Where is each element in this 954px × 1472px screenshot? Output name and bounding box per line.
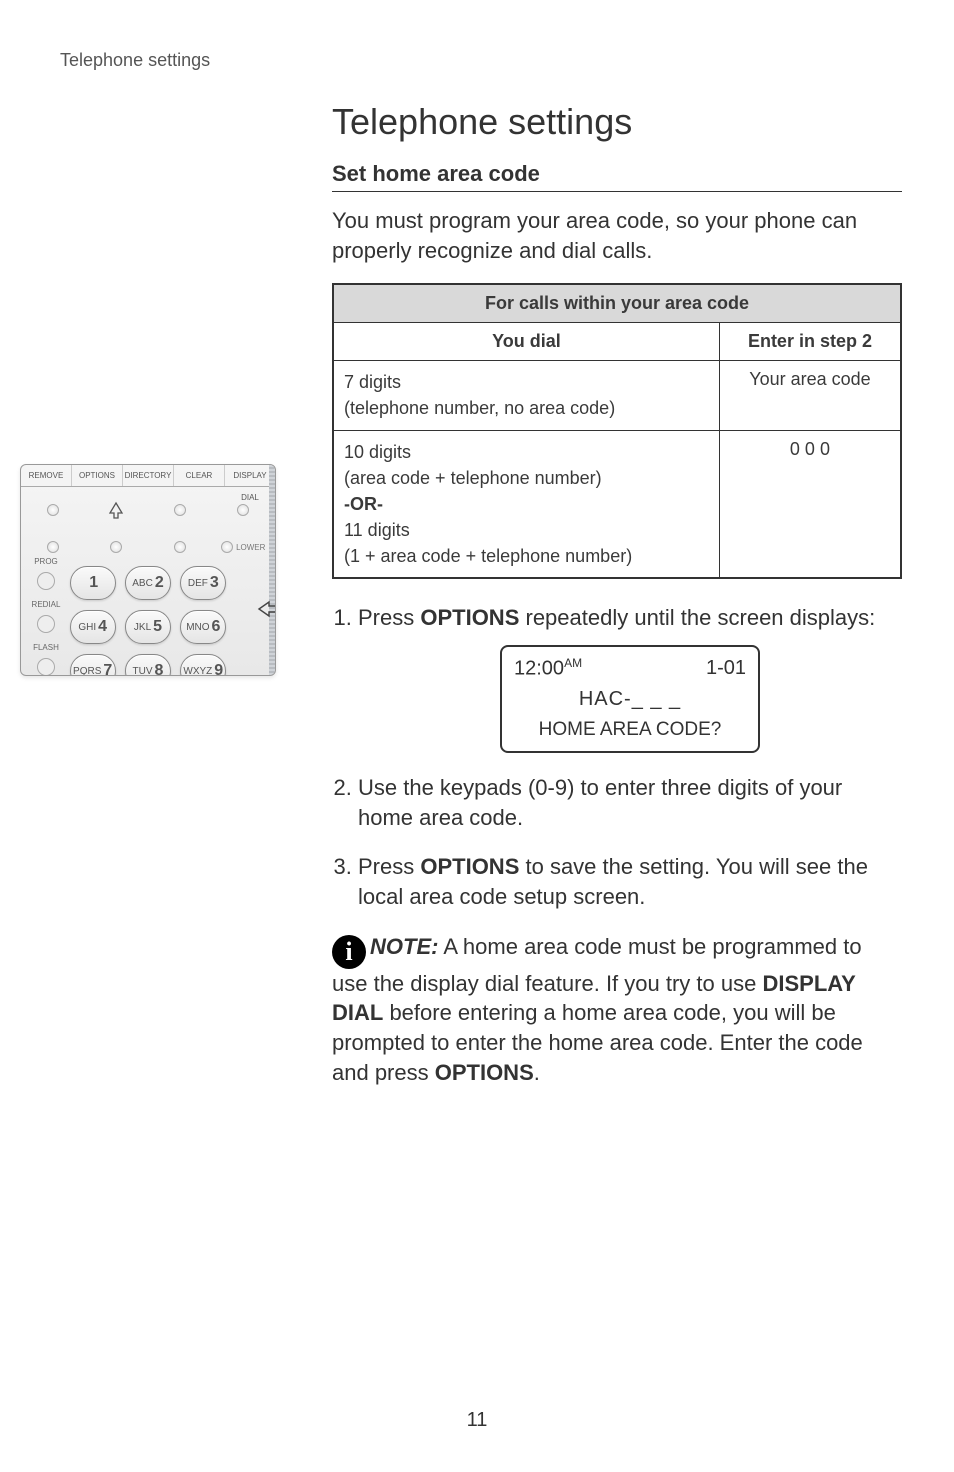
content-column: Telephone settings Set home area code Yo… [332,101,902,1088]
section-heading: Set home area code [332,161,902,192]
table-header-row: For calls within your area code [333,284,901,323]
page: Telephone settings REMOVE OPTIONS DIRECT… [0,0,954,1472]
note-text: . [534,1060,540,1085]
area-code-table: For calls within your area code You dial… [332,283,902,579]
lcd-row-3: HOME AREA CODE? [514,717,746,743]
keypad-num-row-1: 1 ABC2 DEF3 [65,561,275,605]
left-arrow-callout-icon [257,599,276,619]
lcd-row-1: 12:00AM 1-01 [514,655,746,683]
table-cell-or: -OR- [344,491,709,517]
keypad-num-row-3: PQRS7 TUV8 WXYZ9 [65,649,275,676]
table-row: 7 digits (telephone number, no area code… [333,361,901,430]
keypad-num-row-2: GHI4 JKL5 MNO6 [65,605,275,649]
keypad-key-9: WXYZ9 [180,654,226,676]
lcd-ampm: AM [564,656,582,670]
side-label-redial: REDIAL [27,600,65,609]
table-cell-line: (telephone number, no area code) [344,395,709,421]
breadcrumb: Telephone settings [60,50,894,71]
led-icon [47,541,59,553]
steps-list: Press OPTIONS repeatedly until the scree… [332,603,902,912]
keypad-key-8: TUV8 [125,654,171,676]
lower-label: LOWER [236,543,265,552]
led-icon [110,541,122,553]
up-arrow-icon [107,501,125,519]
table-cell-line: 7 digits [344,369,709,395]
table-cell-line: (1 + area code + telephone number) [344,543,709,569]
keypad-key-5: JKL5 [125,610,171,644]
keypad-body: REMOVE OPTIONS DIRECTORY CLEAR DISPLAY D… [20,464,276,676]
table-cell-line: (area code + telephone number) [344,465,709,491]
lcd-display: 12:00AM 1-01 HAC-_ _ _ HOME AREA CODE? [500,645,760,753]
lcd-date: 1-01 [706,655,746,683]
lcd-time: 12:00AM [514,655,582,683]
page-title: Telephone settings [332,101,902,143]
keypad-illustration: REMOVE OPTIONS DIRECTORY CLEAR DISPLAY D… [20,464,284,684]
keyword-options: OPTIONS [435,1060,534,1085]
table-row: 10 digits (area code + telephone number)… [333,430,901,578]
keyword-options: OPTIONS [420,854,519,879]
keypad-led-row-1 [21,487,275,533]
table-col-enter-step-2: Enter in step 2 [719,323,901,361]
table-cell-dial: 7 digits (telephone number, no area code… [333,361,719,430]
step-text: repeatedly until the screen displays: [519,605,875,630]
side-label-flash: FLASH [27,643,65,652]
table-caption: For calls within your area code [333,284,901,323]
keypad-tab-remove: REMOVE [21,465,72,486]
side-button [37,615,55,633]
keypad-key-4: GHI4 [70,610,116,644]
note-paragraph: iNOTE: A home area code must be programm… [332,932,902,1088]
keypad-tab-options: OPTIONS [72,465,123,486]
keypad-key-3: DEF3 [180,566,226,600]
table-col-you-dial: You dial [333,323,719,361]
keypad-key-6: MNO6 [180,610,226,644]
table-subheader-row: You dial Enter in step 2 [333,323,901,361]
led-icon [47,504,59,516]
table-cell-line: 11 digits [344,517,709,543]
led-icon [221,541,233,553]
step-text: Press [358,854,420,879]
note-text: before entering a home area code, you wi… [332,1000,863,1084]
led-icon [237,504,249,516]
keypad-key-1: 1 [70,566,116,600]
side-button [37,658,55,676]
keypad-side-labels: PROG REDIAL FLASH [27,555,65,676]
led-icon [174,504,186,516]
keypad-key-7: PQRS7 [70,654,116,676]
keypad-tab-directory: DIRECTORY [123,465,174,486]
keypad-tab-display-dial: DISPLAY DIAL [225,465,275,486]
led-icon [174,541,186,553]
table-cell-enter: 0 0 0 [719,430,901,578]
table-cell-line: 10 digits [344,439,709,465]
side-label-prog: PROG [27,557,65,566]
lcd-row-2: HAC-_ _ _ [514,686,746,713]
step-text: Press [358,605,420,630]
table-cell-enter: Your area code [719,361,901,430]
intro-paragraph: You must program your area code, so your… [332,206,902,265]
table-cell-dial: 10 digits (area code + telephone number)… [333,430,719,578]
step-3: Press OPTIONS to save the setting. You w… [358,852,902,911]
step-1: Press OPTIONS repeatedly until the scree… [358,603,902,753]
keypad-key-2: ABC2 [125,566,171,600]
keyword-options: OPTIONS [420,605,519,630]
page-number: 11 [0,1409,954,1432]
keypad-tabs: REMOVE OPTIONS DIRECTORY CLEAR DISPLAY D… [21,465,275,487]
keypad-side-texture [269,465,275,675]
keypad-tab-clear: CLEAR [174,465,225,486]
note-label: NOTE: [370,934,438,959]
step-2: Use the keypads (0-9) to enter three dig… [358,773,902,832]
side-button [37,572,55,590]
info-icon: i [332,935,366,969]
